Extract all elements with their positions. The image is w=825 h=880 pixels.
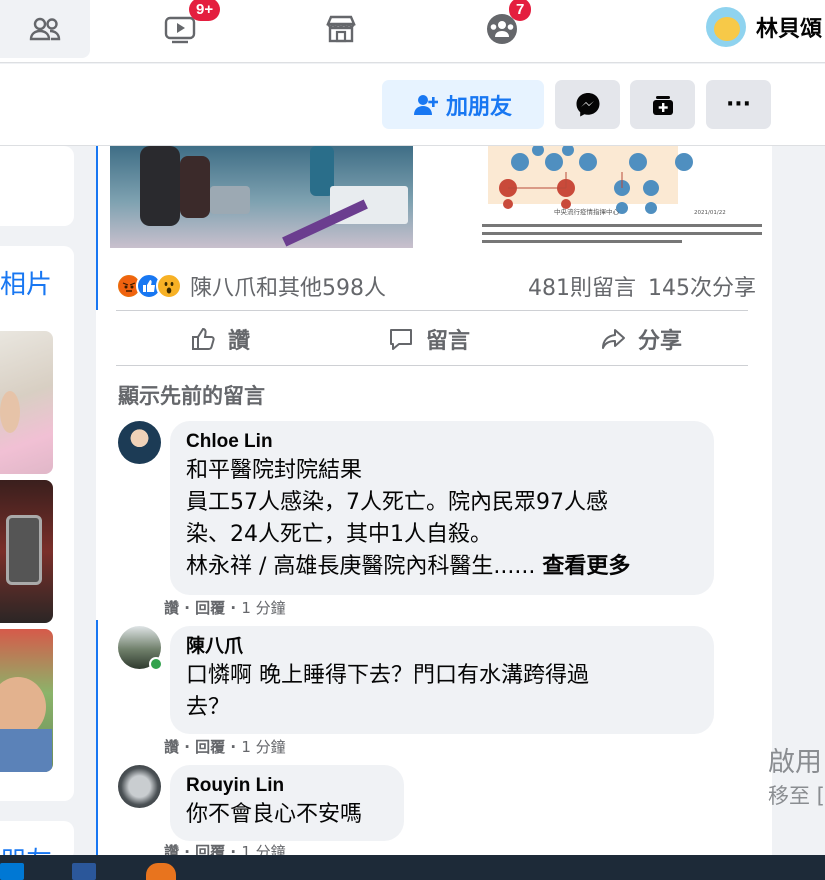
focus-indicator-line — [96, 620, 98, 856]
infographic-date: 2021/01/22 — [694, 210, 726, 216]
watch-badge: 9+ — [189, 0, 221, 21]
comment-author[interactable]: 陳八爪 — [186, 634, 696, 660]
groups-badge: 7 — [509, 0, 532, 21]
messenger-icon — [576, 92, 599, 116]
view-previous-comments-link[interactable]: 顯示先前的留言 — [118, 380, 265, 410]
create-button[interactable] — [630, 80, 695, 129]
post-image-hospital[interactable] — [110, 146, 413, 248]
post-image-infographic[interactable]: 中央流行疫情指揮中心 2021/01/22 — [432, 146, 772, 248]
avatar — [706, 7, 746, 47]
feed-post: 中央流行疫情指揮中心 2021/01/22 陳八爪和其他598人 481則留言 — [96, 146, 772, 861]
avatar[interactable] — [118, 765, 161, 808]
reaction-icons — [116, 273, 182, 299]
share-label: 分享 — [638, 329, 683, 354]
nav-tab-marketplace[interactable] — [296, 0, 386, 58]
windows-activation-subtitle: 移至 [ — [768, 784, 825, 808]
reaction-summary-text[interactable]: 陳八爪和其他598人 — [190, 270, 386, 302]
comments-count[interactable]: 481則留言 — [528, 270, 636, 302]
see-more-link[interactable]: 查看更多 — [542, 554, 630, 579]
comment-bubble: Chloe Lin 和平醫院封院結果 員工57人感染，7人死亡。院內民眾97人感… — [170, 421, 714, 595]
like-label: 讚 — [228, 329, 251, 354]
wow-reaction-icon — [156, 273, 182, 299]
thumbs-up-icon — [192, 327, 215, 350]
comment-time[interactable]: 1 分鐘 — [241, 738, 285, 756]
comment-text-wrapper: 和平醫院封院結果 員工57人感染，7人死亡。院內民眾97人感 染、24人死亡，其… — [186, 455, 696, 583]
more-options-button[interactable]: ··· — [706, 80, 771, 129]
shares-count[interactable]: 145次分享 — [648, 270, 756, 302]
add-friend-icon — [413, 94, 438, 115]
windows-activation-title: 啟用 — [768, 747, 822, 778]
photo-thumbnail[interactable] — [0, 480, 53, 623]
divider — [116, 365, 748, 366]
comment-meta: 讚 · 回覆 · 1 分鐘 — [164, 738, 286, 756]
windows-icon[interactable] — [0, 863, 24, 880]
profile-name: 林貝頌 — [756, 17, 823, 42]
comment-text: 你不會良心不安嗎 — [186, 802, 363, 827]
add-friend-button[interactable]: 加朋友 — [382, 80, 544, 129]
comment-meta: 讚 · 回覆 · 1 分鐘 — [164, 599, 286, 617]
comment-like-link[interactable]: 讚 — [164, 738, 179, 756]
top-navigation-bar: 9+ 7 林貝頌 — [0, 0, 825, 63]
nav-tab-groups[interactable]: 7 — [457, 0, 547, 58]
avatar[interactable] — [118, 421, 161, 464]
message-button[interactable] — [555, 80, 620, 129]
profile-action-bar: 加朋友 ··· — [0, 64, 825, 146]
photos-card: 相片 — [0, 246, 74, 801]
share-button[interactable]: 分享 — [600, 320, 682, 358]
marketplace-icon — [326, 15, 356, 43]
online-status-dot — [149, 657, 163, 671]
comment-button[interactable]: 留言 — [388, 320, 470, 358]
infographic-footer: 中央流行疫情指揮中心 — [554, 207, 620, 216]
like-button[interactable]: 讚 — [190, 320, 250, 358]
profile-shortcut[interactable]: 林貝頌 — [706, 7, 822, 47]
comment-icon — [390, 329, 412, 350]
comment-like-link[interactable]: 讚 — [164, 599, 179, 617]
comment-reply-link[interactable]: 回覆 — [195, 738, 225, 756]
divider — [116, 310, 748, 311]
word-icon[interactable] — [72, 863, 96, 880]
reactions-summary[interactable]: 陳八爪和其他598人 481則留言 145次分享 — [116, 266, 756, 306]
create-icon — [652, 95, 673, 115]
intro-card — [0, 146, 74, 226]
nav-tab-friends[interactable] — [0, 0, 90, 58]
share-icon — [602, 329, 625, 349]
photos-title[interactable]: 相片 — [0, 264, 52, 301]
comment-label: 留言 — [426, 329, 471, 354]
comment-text: 口憐啊 晚上睡得下去？門口有水溝跨得過 去？ — [186, 663, 589, 720]
focus-indicator-line — [96, 146, 98, 310]
comment-bubble: 陳八爪 口憐啊 晚上睡得下去？門口有水溝跨得過 去？ — [170, 626, 714, 734]
add-friend-label: 加朋友 — [445, 94, 512, 120]
comment-reply-link[interactable]: 回覆 — [195, 599, 225, 617]
photo-thumbnail[interactable] — [0, 331, 53, 474]
os-taskbar — [0, 855, 825, 880]
infographic-graphic: 中央流行疫情指揮中心 2021/01/22 — [482, 146, 762, 243]
app-icon[interactable] — [146, 863, 176, 880]
photo-thumbnail[interactable] — [0, 629, 53, 772]
nav-tab-watch[interactable]: 9+ — [135, 0, 225, 58]
comment-time[interactable]: 1 分鐘 — [241, 599, 285, 617]
comment-bubble: Rouyin Lin 你不會良心不安嗎 — [170, 765, 404, 841]
comment-author[interactable]: Chloe Lin — [186, 429, 696, 455]
friends-icon — [29, 17, 61, 41]
comment-author[interactable]: Rouyin Lin — [186, 773, 386, 799]
